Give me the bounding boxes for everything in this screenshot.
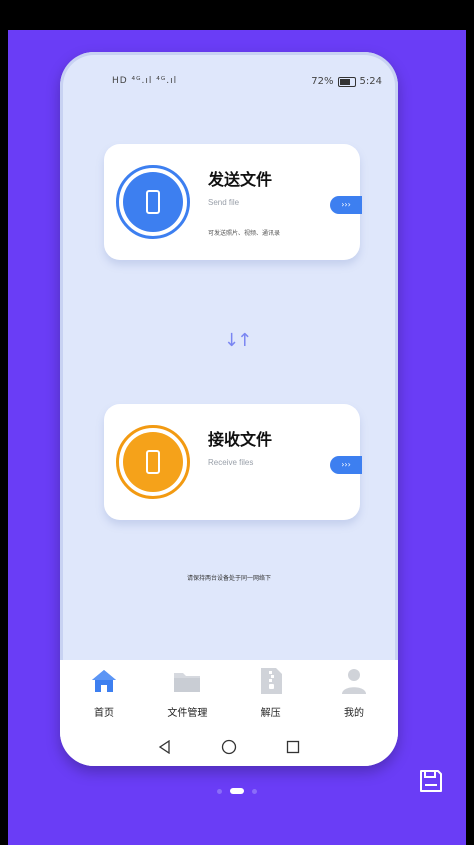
tab-files[interactable]: 文件管理 bbox=[157, 666, 217, 719]
send-go-button[interactable]: ››› bbox=[330, 196, 362, 214]
receive-file-card[interactable]: 接收文件 Receive files ››› bbox=[104, 404, 362, 520]
signal-indicators: HD ⁴ᴳ.ıl ⁴ᴳ.ıl bbox=[112, 76, 178, 86]
send-card-subtitle: Send file bbox=[208, 198, 240, 207]
send-card-title: 发送文件 bbox=[208, 170, 273, 189]
send-card-description: 可发送照片、视频、通讯录 bbox=[208, 230, 281, 237]
battery-icon bbox=[337, 76, 356, 87]
recents-square-icon[interactable] bbox=[282, 736, 304, 758]
bottom-tab-bar: 首页 文件管理 解压 我的 bbox=[60, 660, 398, 766]
send-icon-ring bbox=[116, 165, 190, 239]
carousel-dot[interactable] bbox=[217, 788, 222, 794]
battery-percent: 72% bbox=[311, 76, 334, 87]
zip-icon bbox=[256, 666, 286, 696]
send-phone-icon bbox=[123, 172, 183, 232]
tab-unzip-label: 解压 bbox=[260, 708, 281, 719]
tab-unzip[interactable]: 解压 bbox=[241, 666, 301, 719]
save-icon[interactable] bbox=[418, 768, 444, 794]
receive-card-subtitle: Receive files bbox=[208, 458, 254, 467]
home-icon bbox=[89, 666, 119, 696]
status-right: 72% 5:24 bbox=[311, 76, 382, 87]
receive-icon-ring bbox=[116, 425, 190, 499]
back-triangle-icon[interactable] bbox=[154, 736, 176, 758]
carousel-dot[interactable] bbox=[252, 788, 257, 794]
phone-frame: HD ⁴ᴳ.ıl ⁴ᴳ.ıl 72% 5:24 发送文件 Send file 可… bbox=[60, 52, 398, 766]
receive-card-title: 接收文件 bbox=[208, 430, 273, 449]
tab-profile-label: 我的 bbox=[343, 708, 364, 719]
tab-home-label: 首页 bbox=[94, 708, 114, 719]
receive-go-button[interactable]: ››› bbox=[330, 456, 362, 474]
carousel-dots bbox=[0, 788, 474, 794]
status-bar: HD ⁴ᴳ.ıl ⁴ᴳ.ıl 72% 5:24 bbox=[60, 52, 398, 112]
user-icon bbox=[339, 666, 369, 696]
carousel-dot-active[interactable] bbox=[230, 788, 244, 794]
tab-files-label: 文件管理 bbox=[167, 708, 208, 719]
receive-phone-icon bbox=[123, 432, 183, 492]
folder-icon bbox=[172, 666, 202, 696]
system-nav-bar bbox=[60, 736, 398, 758]
tab-home[interactable]: 首页 bbox=[74, 666, 134, 719]
network-hint: 请保持两台设备处于同一网络下 bbox=[186, 575, 271, 582]
clock: 5:24 bbox=[359, 76, 382, 87]
swap-arrows-icon: ↓↑ bbox=[224, 330, 252, 351]
send-file-card[interactable]: 发送文件 Send file 可发送照片、视频、通讯录 ››› bbox=[104, 144, 362, 260]
tab-profile[interactable]: 我的 bbox=[324, 666, 384, 719]
home-circle-icon[interactable] bbox=[218, 736, 240, 758]
